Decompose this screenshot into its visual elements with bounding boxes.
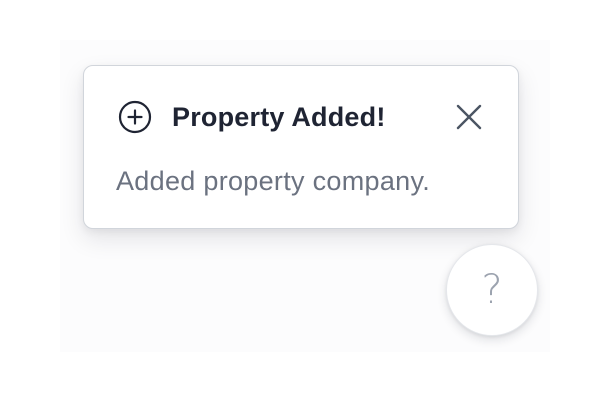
notification-toast: Property Added! Added property company. bbox=[83, 65, 519, 229]
toast-header: Property Added! bbox=[118, 100, 484, 134]
toast-title: Property Added! bbox=[172, 101, 386, 132]
question-icon: ? bbox=[481, 267, 503, 313]
plus-circle-icon bbox=[118, 100, 152, 134]
toast-message: Added property company. bbox=[116, 166, 431, 196]
help-button[interactable]: ? bbox=[446, 244, 538, 336]
app-canvas: Property Added! Added property company. … bbox=[0, 0, 611, 417]
close-button[interactable] bbox=[454, 102, 484, 132]
close-icon bbox=[456, 104, 482, 130]
